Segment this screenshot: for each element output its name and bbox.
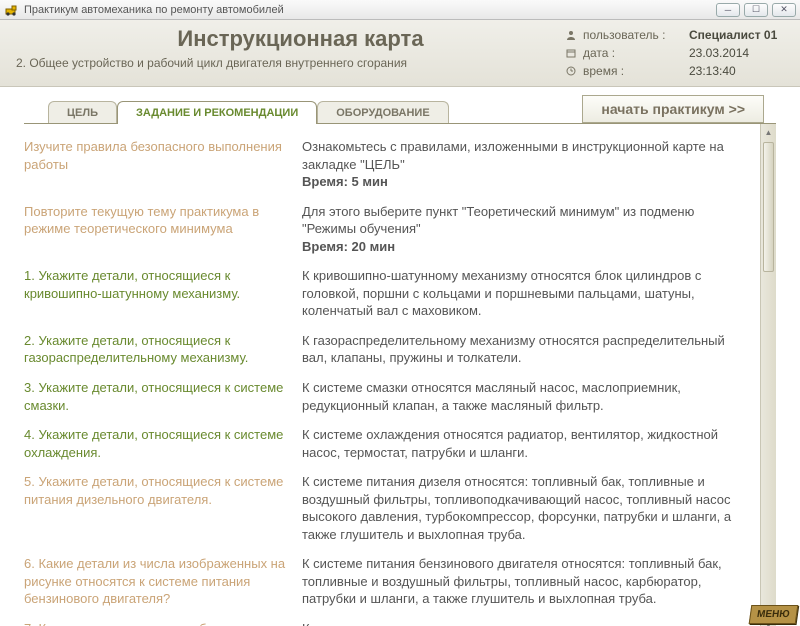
task-title: 6. Какие детали из числа изображенных на… <box>24 555 302 608</box>
task-title: 3. Укажите детали, относящиеся к системе… <box>24 379 302 414</box>
task-body: К системе питания бензинового двигателя … <box>302 555 750 608</box>
task-body: Для этого выберите пункт "Теоретический … <box>302 203 750 256</box>
task-row: 4. Укажите детали, относящиеся к системе… <box>24 426 750 461</box>
page-subtitle: 2. Общее устройство и рабочий цикл двига… <box>16 56 565 70</box>
window-close-button[interactable]: ✕ <box>772 3 796 17</box>
task-body: К системе зажигания относятся катушка за… <box>302 620 750 626</box>
scroll-thumb[interactable] <box>763 142 774 272</box>
tab-task[interactable]: ЗАДАНИЕ И РЕКОМЕНДАЦИИ <box>117 101 317 124</box>
task-row: 3. Укажите детали, относящиеся к системе… <box>24 379 750 414</box>
scroll-up-button[interactable]: ▲ <box>761 124 776 140</box>
start-practicum-button[interactable]: начать практикум >> <box>582 95 764 123</box>
date-label: дата : <box>583 44 683 62</box>
session-info: пользователь : Специалист 01 дата : 23.0… <box>565 26 784 80</box>
task-body: К кривошипно-шатунному механизму относят… <box>302 267 750 320</box>
task-row: 2. Укажите детали, относящиеся к газорас… <box>24 332 750 367</box>
tab-row: ЦЕЛЬ ЗАДАНИЕ И РЕКОМЕНДАЦИИ ОБОРУДОВАНИЕ… <box>0 87 800 123</box>
menu-button[interactable]: МЕНЮ <box>748 597 798 626</box>
time-label: время : <box>583 62 683 80</box>
calendar-icon <box>565 47 577 59</box>
task-body: К системе смазки относятся масляный насо… <box>302 379 750 414</box>
app-header: Инструкционная карта 2. Общее устройство… <box>0 20 800 87</box>
content-panel: Изучите правила безопасного выполнения р… <box>24 123 776 626</box>
menu-button-label: МЕНЮ <box>748 605 797 624</box>
task-row: Повторите текущую тему практикума в режи… <box>24 203 750 256</box>
scroll-track[interactable] <box>761 140 776 617</box>
task-time: Время: 20 мин <box>302 239 395 254</box>
task-body: К системе питания дизеля относятся: топл… <box>302 473 750 543</box>
task-time: Время: 5 мин <box>302 174 388 189</box>
tab-equipment[interactable]: ОБОРУДОВАНИЕ <box>317 101 448 124</box>
window-maximize-button[interactable]: ☐ <box>744 3 768 17</box>
vertical-scrollbar[interactable]: ▲ ▼ <box>760 124 776 626</box>
task-title: Повторите текущую тему практикума в режи… <box>24 203 302 256</box>
task-title: 1. Укажите детали, относящиеся к кривоши… <box>24 267 302 320</box>
task-title: 2. Укажите детали, относящиеся к газорас… <box>24 332 302 367</box>
task-row: Изучите правила безопасного выполнения р… <box>24 138 750 191</box>
page-title: Инструкционная карта <box>56 26 545 52</box>
window-titlebar: Практикум автомеханика по ремонту автомо… <box>0 0 800 20</box>
window-title: Практикум автомеханика по ремонту автомо… <box>24 4 716 16</box>
date-value: 23.03.2014 <box>689 44 784 62</box>
task-row: 5. Укажите детали, относящиеся к системе… <box>24 473 750 543</box>
task-title: 5. Укажите детали, относящиеся к системе… <box>24 473 302 543</box>
window-minimize-button[interactable]: ─ <box>716 3 740 17</box>
time-value: 23:13:40 <box>689 62 784 80</box>
task-body: Ознакомьтесь с правилами, изложенными в … <box>302 138 750 191</box>
task-row: 6. Какие детали из числа изображенных на… <box>24 555 750 608</box>
clock-icon <box>565 65 577 77</box>
task-body: К системе охлаждения относятся радиатор,… <box>302 426 750 461</box>
user-value: Специалист 01 <box>689 26 784 44</box>
task-body: К газораспределительному механизму относ… <box>302 332 750 367</box>
tab-goal[interactable]: ЦЕЛЬ <box>48 101 117 124</box>
task-title: 4. Укажите детали, относящиеся к системе… <box>24 426 302 461</box>
content-scroll-area: Изучите правила безопасного выполнения р… <box>24 124 760 626</box>
user-label: пользователь : <box>583 26 683 44</box>
user-icon <box>565 29 577 41</box>
app-icon <box>4 2 20 18</box>
task-row: 1. Укажите детали, относящиеся к кривоши… <box>24 267 750 320</box>
task-title: 7. Какие детали из числа изображенных на… <box>24 620 302 626</box>
task-title: Изучите правила безопасного выполнения р… <box>24 138 302 191</box>
task-row: 7. Какие детали из числа изображенных на… <box>24 620 750 626</box>
